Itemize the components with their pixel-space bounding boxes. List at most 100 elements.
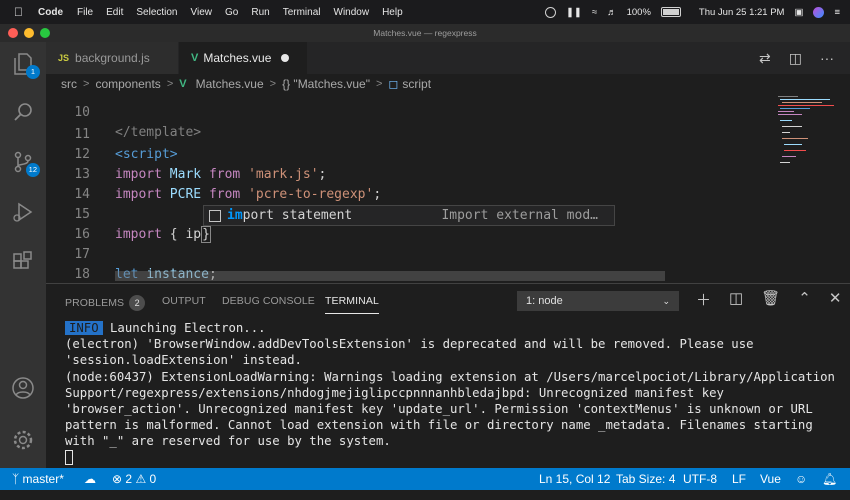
keyword: from	[208, 187, 241, 202]
menu-file[interactable]: File	[77, 7, 93, 18]
menu-go[interactable]: Go	[225, 7, 238, 18]
status-circle-icon[interactable]	[544, 6, 556, 18]
keyword: import	[115, 227, 162, 242]
more-actions-icon[interactable]: ···	[820, 50, 834, 66]
eol[interactable]: LF	[732, 472, 746, 486]
minimize-window-button[interactable]	[24, 28, 34, 38]
menu-view[interactable]: View	[191, 7, 213, 18]
sync-icon[interactable]: ☁	[84, 472, 96, 486]
cursor-position[interactable]: Ln 15, Col 12	[539, 472, 610, 486]
cube-icon: ◻	[388, 77, 399, 91]
menu-app-name[interactable]: Code	[38, 7, 63, 18]
suggestion-match: im	[227, 208, 243, 223]
pause-icon[interactable]: ❚❚	[566, 7, 582, 18]
close-window-button[interactable]	[8, 28, 18, 38]
code-text: </template>	[115, 125, 202, 140]
close-panel-icon[interactable]: ✕	[829, 289, 842, 310]
warning-icon: ⚠	[135, 472, 147, 486]
menu-help[interactable]: Help	[382, 7, 403, 18]
tab-background-js[interactable]: JS background.js	[46, 42, 179, 74]
accounts-button[interactable]	[0, 368, 46, 408]
notifications-icon[interactable]: 🔔︎	[822, 472, 837, 486]
chevron-right-icon: >	[83, 78, 90, 90]
breadcrumb-file[interactable]: Matches.vue	[196, 77, 264, 91]
tab-output[interactable]: OUTPUT	[162, 295, 206, 307]
string-literal: 'mark.js'	[248, 167, 319, 182]
bottom-panel: PROBLEMS 2 OUTPUT DEBUG CONSOLE TERMINAL …	[46, 283, 850, 468]
editor-tabs: JS background.js V Matches.vue ⇄ ◫ ···	[46, 42, 850, 74]
error-icon: ⊗	[112, 472, 123, 486]
trash-icon[interactable]: 🗑︎	[761, 289, 780, 310]
unsaved-dot-icon[interactable]	[281, 54, 290, 62]
feedback-icon[interactable]: ☺	[795, 472, 807, 486]
terminal-output[interactable]: INFO Launching Electron... (electron) 'B…	[65, 320, 835, 466]
breadcrumb-module[interactable]: {} "Matches.vue"	[282, 77, 370, 91]
keyword: import	[115, 167, 162, 182]
tab-size[interactable]: Tab Size: 4	[616, 472, 675, 486]
tab-debug-console[interactable]: DEBUG CONSOLE	[222, 295, 315, 307]
siri-icon[interactable]	[813, 6, 825, 18]
activity-bar: 1 12	[0, 42, 46, 468]
minimap[interactable]	[776, 94, 836, 174]
screen-mirror-icon[interactable]: ▣	[794, 7, 803, 18]
tab-matches-vue[interactable]: V Matches.vue	[179, 42, 307, 74]
zoom-window-button[interactable]	[40, 28, 50, 38]
menu-terminal[interactable]: Terminal	[283, 7, 321, 18]
control-center-icon[interactable]: ≡	[834, 7, 840, 18]
code-text: { ip	[169, 227, 202, 242]
vue-file-icon: V	[179, 78, 187, 90]
terminal-cursor	[65, 449, 73, 465]
open-changes-icon[interactable]: ⇄	[759, 50, 771, 67]
chevron-up-icon[interactable]: ⌃	[798, 289, 811, 310]
apple-icon[interactable]: 	[14, 5, 28, 19]
run-debug-button[interactable]	[0, 192, 46, 232]
code-line: 13 import PCRE from 'pcre-to-regexp';	[46, 145, 381, 202]
clock[interactable]: Thu Jun 25 1:21 PM	[699, 7, 785, 18]
breadcrumb-script[interactable]: script	[402, 77, 431, 91]
problems-count-badge: 2	[129, 295, 146, 311]
editor-horizontal-scrollbar[interactable]	[115, 271, 665, 281]
tab-problems[interactable]: PROBLEMS 2	[65, 295, 146, 311]
language-mode[interactable]: Vue	[760, 472, 781, 486]
problems-status[interactable]: ⊗ 2 ⚠ 0	[112, 472, 156, 486]
vue-file-icon: V	[191, 52, 199, 64]
branch-name: master*	[22, 472, 64, 486]
tab-label: PROBLEMS	[65, 297, 125, 309]
code-editor[interactable]: 10 </template> 11 <script> 12 import Mar…	[46, 94, 776, 282]
code-line: 17 let instance;	[46, 225, 216, 282]
menu-run[interactable]: Run	[251, 7, 269, 18]
wifi-icon[interactable]: ≈	[592, 7, 597, 18]
breadcrumb-src[interactable]: src	[61, 77, 77, 91]
menu-edit[interactable]: Edit	[106, 7, 123, 18]
menu-window[interactable]: Window	[334, 7, 370, 18]
code-line: 18	[46, 245, 90, 282]
error-count: 2	[125, 472, 133, 486]
suggestion-detail: Import external mod…	[441, 208, 598, 223]
branch-status[interactable]: ᛉ master*	[12, 472, 64, 486]
extensions-button[interactable]	[0, 242, 46, 282]
terminal-selector[interactable]: 1: node ⌄	[517, 291, 679, 311]
encoding[interactable]: UTF-8	[683, 472, 717, 486]
chevron-right-icon: >	[375, 78, 383, 90]
editor-vertical-scrollbar[interactable]	[836, 94, 850, 282]
chevron-right-icon: >	[269, 78, 277, 90]
terminal-line: Launching Electron...	[110, 321, 266, 335]
explorer-button[interactable]: 1	[0, 44, 46, 84]
explorer-badge: 1	[26, 65, 40, 79]
source-control-button[interactable]: 12	[0, 142, 46, 182]
tab-terminal[interactable]: TERMINAL	[325, 295, 379, 314]
suggestion-widget[interactable]: im port statement Import external mod…	[203, 205, 615, 226]
menu-selection[interactable]: Selection	[136, 7, 177, 18]
battery-icon[interactable]	[660, 7, 681, 17]
split-editor-icon[interactable]: ◫	[789, 50, 802, 67]
breadcrumb-components[interactable]: components	[95, 77, 160, 91]
new-terminal-icon[interactable]: ＋	[696, 289, 711, 310]
status-bar: ᛉ master* ☁ ⊗ 2 ⚠ 0 Ln 15, Col 12 Tab Si…	[0, 468, 850, 490]
identifier: Mark	[169, 167, 202, 182]
breadcrumb: src > components > V Matches.vue > {} "M…	[46, 74, 850, 94]
split-terminal-icon[interactable]: ◫	[729, 289, 743, 310]
keyword: import	[115, 187, 162, 202]
manage-button[interactable]	[0, 420, 46, 460]
search-button[interactable]	[0, 92, 46, 132]
volume-icon[interactable]: ♬	[607, 7, 617, 18]
